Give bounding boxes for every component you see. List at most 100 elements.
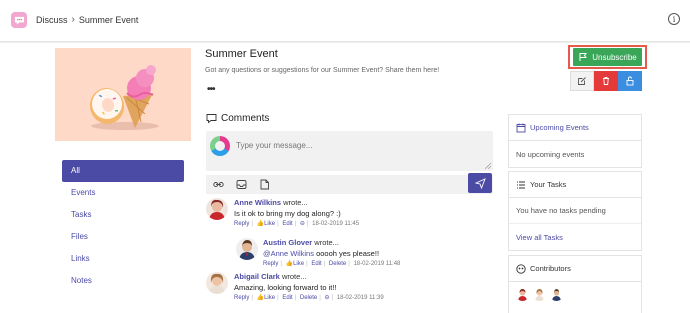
send-icon [474,177,486,189]
upcoming-events-panel: Upcoming Events No upcoming events [508,114,642,168]
upcoming-events-title: Upcoming Events [530,123,589,132]
breadcrumb-separator-icon: › [71,14,75,25]
comment-verb: wrote... [314,238,339,247]
edit-button[interactable] [570,71,594,91]
comment-item: Abigail Clark wrote... Amazing, looking … [234,272,384,301]
more-options-icon[interactable]: ••• [207,84,215,95]
edit-link[interactable]: Edit [311,261,321,267]
nav-item-links[interactable]: Links [62,248,184,270]
permalink-icon[interactable]: ⊖ [300,221,305,227]
comment-meta: Reply | 👍Like | Edit | Delete | ⊖ | 18-02-201… [234,295,384,301]
delete-link[interactable]: Delete [329,261,346,267]
contributors-panel: Contributors [508,255,642,313]
comment-text: Is it ok to bring my dog along? :) [234,209,341,218]
comment-date: 18-02-2019 11:45 [312,221,360,227]
comment-meta: Reply | 👍Like | Edit | ⊖ | 18-02-2019 11:45 [234,221,360,227]
inbox-icon[interactable] [235,178,248,191]
breadcrumb-current: Summer Event [78,14,139,25]
top-bar: Discuss › Summer Event i [0,0,690,42]
resize-handle-icon[interactable] [485,163,491,169]
avatar[interactable] [550,288,563,301]
comment-author[interactable]: Abigail Clark [234,272,280,281]
reply-link[interactable]: Reply [234,295,249,301]
thumbs-up-icon: 👍 [256,221,265,227]
comment-header: Anne Wilkins wrote... [234,198,359,207]
calendar-icon [516,123,526,132]
thumbs-up-icon: 👍 [256,295,265,301]
topic-image [55,48,191,141]
comment-date: 18-02-2019 11:39 [336,295,384,301]
reply-link[interactable]: Reply [263,261,278,267]
panel-header: Upcoming Events [509,115,641,141]
your-tasks-title: Your Tasks [530,180,567,189]
topic-filter-nav: All Events Tasks Files Links Notes [62,160,184,292]
nav-item-tasks[interactable]: Tasks [62,204,184,226]
comment-header: Abigail Clark wrote... [234,272,384,281]
no-tasks-text: You have no tasks pending [509,198,641,224]
comments-heading: Comments [206,113,269,124]
comment-date: 18-02-2019 11:48 [353,261,401,267]
topic-actions [570,71,642,91]
topic-description: Got any questions or suggestions for our… [205,67,440,74]
comment-author[interactable]: Anne Wilkins [234,198,281,207]
lock-button[interactable] [618,71,642,91]
panel-header: Contributors [509,256,641,282]
mention-link[interactable]: @Anne Wilkins [263,249,314,258]
like-link[interactable]: 👍Like [257,221,276,227]
comment-meta: Reply | 👍Like | Edit | Delete | 18-02-2019 1… [263,261,401,267]
send-button[interactable] [468,173,492,193]
avatar [236,238,258,260]
no-upcoming-events: No upcoming events [516,149,585,159]
comment-header: Austin Glover wrote... [263,238,400,247]
comment-body: ooooh yes please!! [316,249,380,258]
list-icon [517,181,525,188]
breadcrumb-root[interactable]: Discuss [36,15,68,25]
nav-item-events[interactable]: Events [62,182,184,204]
comments-title: Comments [221,113,270,124]
like-link[interactable]: 👍Like [286,261,305,267]
info-circle-icon[interactable]: i [668,13,680,25]
avatar [206,198,228,220]
comment-toolbar [206,175,493,194]
comment-placeholder: Type your message... [236,141,313,150]
nav-item-files[interactable]: Files [62,226,184,248]
file-icon[interactable] [258,178,271,191]
delete-button[interactable] [594,71,618,91]
user-avatar [210,136,230,156]
link-icon[interactable] [212,178,225,191]
breadcrumb: Discuss › Summer Event [36,14,138,25]
avatar [206,272,228,294]
delete-link[interactable]: Delete [300,295,317,301]
comment-author[interactable]: Austin Glover [263,238,312,247]
comment-item: Anne Wilkins wrote... Is it ok to bring … [234,198,359,227]
unsubscribe-label: Unsubscribe [592,52,637,62]
contributors-title: Contributors [530,264,571,273]
comment-text: @Anne Wilkins ooooh yes please!! [263,249,400,258]
donut-icecream-illustration [89,65,159,130]
comment-verb: wrote... [281,272,307,281]
view-all-tasks-link[interactable]: View all Tasks [509,224,641,250]
nav-item-all[interactable]: All [62,160,184,182]
panel-header: Your Tasks [509,172,641,198]
comment-item: Austin Glover wrote... @Anne Wilkins ooo… [263,238,400,267]
edit-link[interactable]: Edit [282,221,292,227]
edit-icon [578,77,586,85]
discuss-app-icon[interactable] [11,12,27,28]
contributors-icon [516,263,526,274]
unsubscribe-button[interactable]: Unsubscribe [573,48,642,66]
comment-input[interactable] [206,131,493,171]
unlock-icon [626,76,634,86]
flag-icon [579,53,588,61]
permalink-icon[interactable]: ⊖ [324,295,329,301]
nav-item-notes[interactable]: Notes [62,270,184,292]
comment-text: Amazing, looking forward to it!! [234,283,337,292]
avatar[interactable] [533,288,546,301]
edit-link[interactable]: Edit [282,295,292,301]
trash-icon [603,77,609,85]
comment-icon [206,114,217,124]
like-link[interactable]: 👍Like [257,295,276,301]
contributors-list [509,282,641,307]
avatar[interactable] [516,288,529,301]
reply-link[interactable]: Reply [234,221,249,227]
comment-verb: wrote... [283,198,308,207]
